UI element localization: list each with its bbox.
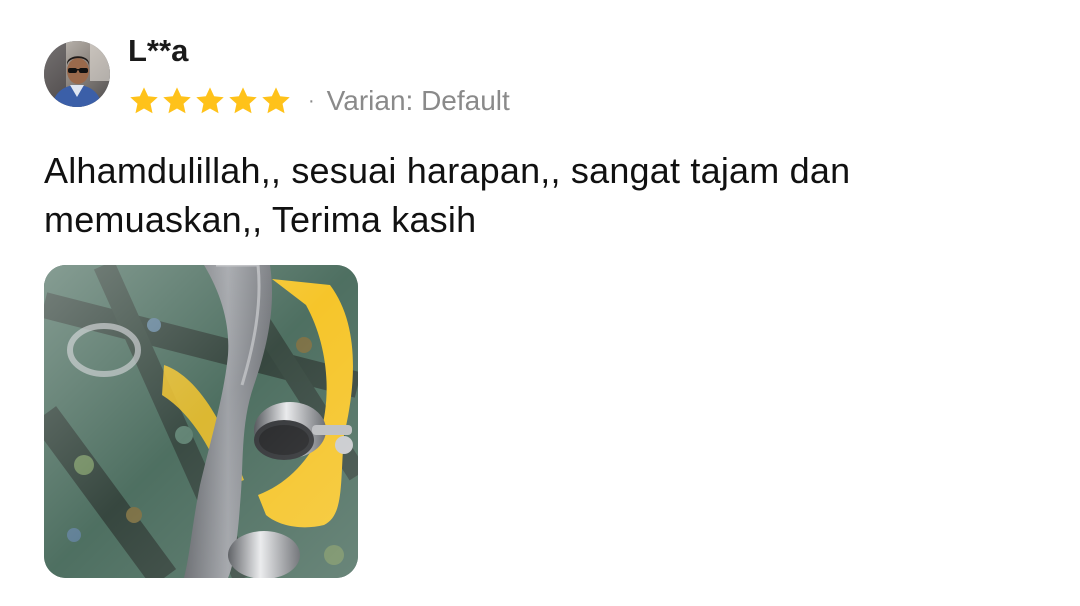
star-icon	[196, 87, 224, 114]
avatar-image	[44, 41, 110, 107]
review-text: Alhamdulillah,, sesuai harapan,, sangat …	[44, 150, 851, 240]
reviewer-avatar[interactable]	[44, 41, 110, 107]
review-photo-image	[44, 265, 358, 578]
reviewer-name: L**a	[128, 33, 189, 68]
variant-label: Varian: Default	[326, 85, 510, 116]
separator-dot: ·	[308, 90, 315, 112]
star-icon	[130, 87, 158, 114]
review-photo[interactable]	[44, 265, 358, 578]
star-icon	[163, 87, 191, 114]
rating-row: · Varian: Default	[128, 82, 510, 120]
review-card: L**a · Varian: Default Alhamdulillah,, s…	[0, 0, 1080, 606]
star-rating	[128, 85, 292, 117]
star-icon	[229, 87, 257, 114]
star-icon	[262, 87, 290, 114]
